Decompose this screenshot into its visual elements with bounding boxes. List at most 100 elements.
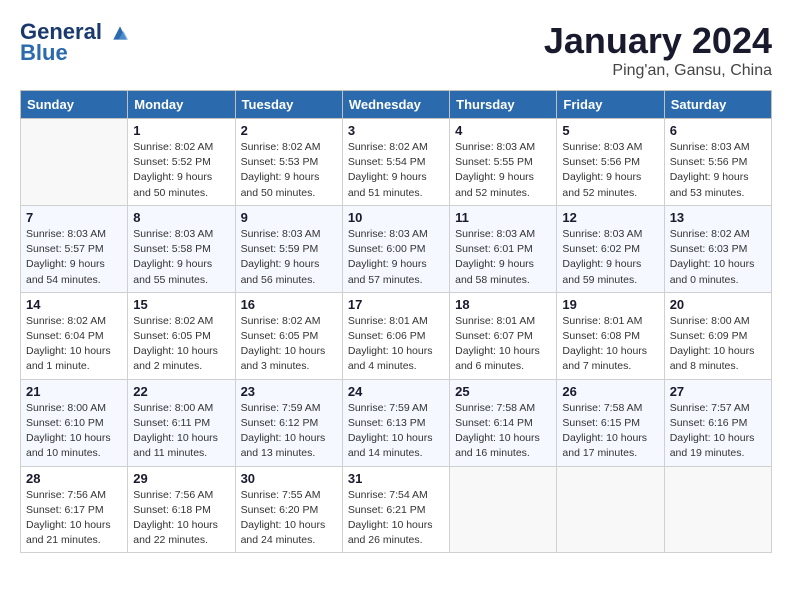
day-number: 1 — [133, 123, 229, 138]
calendar-cell: 20 Sunrise: 8:00 AMSunset: 6:09 PMDayligh… — [664, 292, 771, 379]
calendar-cell: 22 Sunrise: 8:00 AMSunset: 6:11 PMDayligh… — [128, 379, 235, 466]
day-info: Sunrise: 7:56 AMSunset: 6:18 PMDaylight:… — [133, 488, 229, 549]
location-subtitle: Ping'an, Gansu, China — [544, 62, 772, 80]
calendar-week-row: 1 Sunrise: 8:02 AMSunset: 5:52 PMDaylight… — [21, 119, 772, 206]
day-info: Sunrise: 7:56 AMSunset: 6:17 PMDaylight:… — [26, 488, 122, 549]
calendar-cell: 1 Sunrise: 8:02 AMSunset: 5:52 PMDaylight… — [128, 119, 235, 206]
day-number: 27 — [670, 384, 766, 399]
day-info: Sunrise: 8:00 AMSunset: 6:10 PMDaylight:… — [26, 401, 122, 462]
day-info: Sunrise: 8:03 AMSunset: 6:00 PMDaylight:… — [348, 227, 444, 288]
day-info: Sunrise: 8:03 AMSunset: 5:56 PMDaylight:… — [562, 140, 658, 201]
day-number: 6 — [670, 123, 766, 138]
day-info: Sunrise: 8:03 AMSunset: 5:56 PMDaylight:… — [670, 140, 766, 201]
day-number: 25 — [455, 384, 551, 399]
calendar-cell: 8Sunrise: 8:03 AMSunset: 5:58 PMDaylight… — [128, 205, 235, 292]
calendar-cell: 27 Sunrise: 7:57 AMSunset: 6:16 PMDayligh… — [664, 379, 771, 466]
day-info: Sunrise: 8:00 AMSunset: 6:11 PMDaylight:… — [133, 401, 229, 462]
day-number: 29 — [133, 471, 229, 486]
day-info: Sunrise: 8:00 AMSunset: 6:09 PMDaylight:… — [670, 314, 766, 375]
calendar-cell: 7 Sunrise: 8:03 AMSunset: 5:57 PMDaylight… — [21, 205, 128, 292]
title-block: January 2024 Ping'an, Gansu, China — [544, 20, 772, 80]
day-number: 20 — [670, 297, 766, 312]
calendar-cell: 14Sunrise: 8:02 AMSunset: 6:04 PMDayligh… — [21, 292, 128, 379]
day-info: Sunrise: 8:02 AMSunset: 6:05 PMDaylight:… — [133, 314, 229, 375]
day-number: 22 — [133, 384, 229, 399]
logo-blue-text: Blue — [20, 40, 68, 66]
day-info: Sunrise: 8:02 AMSunset: 5:54 PMDaylight:… — [348, 140, 444, 201]
calendar-table: SundayMondayTuesdayWednesdayThursdayFrid… — [20, 90, 772, 553]
day-number: 28 — [26, 471, 122, 486]
day-number: 17 — [348, 297, 444, 312]
day-info: Sunrise: 8:03 AMSunset: 5:57 PMDaylight:… — [26, 227, 122, 288]
calendar-cell — [557, 466, 664, 553]
calendar-cell: 17 Sunrise: 8:01 AMSunset: 6:06 PMDayligh… — [342, 292, 449, 379]
day-number: 19 — [562, 297, 658, 312]
calendar-week-row: 21 Sunrise: 8:00 AMSunset: 6:10 PMDayligh… — [21, 379, 772, 466]
month-title: January 2024 — [544, 20, 772, 62]
day-header-wednesday: Wednesday — [342, 91, 449, 119]
calendar-cell: 21 Sunrise: 8:00 AMSunset: 6:10 PMDayligh… — [21, 379, 128, 466]
calendar-cell: 10 Sunrise: 8:03 AMSunset: 6:00 PMDayligh… — [342, 205, 449, 292]
calendar-week-row: 7 Sunrise: 8:03 AMSunset: 5:57 PMDaylight… — [21, 205, 772, 292]
calendar-cell: 30 Sunrise: 7:55 AMSunset: 6:20 PMDayligh… — [235, 466, 342, 553]
day-info: Sunrise: 7:59 AMSunset: 6:12 PMDaylight:… — [241, 401, 337, 462]
day-info: Sunrise: 8:02 AMSunset: 6:03 PMDaylight:… — [670, 227, 766, 288]
day-number: 13 — [670, 210, 766, 225]
calendar-cell — [664, 466, 771, 553]
calendar-cell: 19Sunrise: 8:01 AMSunset: 6:08 PMDayligh… — [557, 292, 664, 379]
calendar-cell: 28 Sunrise: 7:56 AMSunset: 6:17 PMDayligh… — [21, 466, 128, 553]
calendar-cell: 9Sunrise: 8:03 AMSunset: 5:59 PMDaylight… — [235, 205, 342, 292]
calendar-cell: 25 Sunrise: 7:58 AMSunset: 6:14 PMDayligh… — [450, 379, 557, 466]
day-info: Sunrise: 8:01 AMSunset: 6:06 PMDaylight:… — [348, 314, 444, 375]
day-info: Sunrise: 7:58 AMSunset: 6:15 PMDaylight:… — [562, 401, 658, 462]
day-number: 21 — [26, 384, 122, 399]
day-number: 5 — [562, 123, 658, 138]
day-number: 10 — [348, 210, 444, 225]
day-info: Sunrise: 7:54 AMSunset: 6:21 PMDaylight:… — [348, 488, 444, 549]
day-info: Sunrise: 7:57 AMSunset: 6:16 PMDaylight:… — [670, 401, 766, 462]
day-info: Sunrise: 7:59 AMSunset: 6:13 PMDaylight:… — [348, 401, 444, 462]
day-header-tuesday: Tuesday — [235, 91, 342, 119]
day-info: Sunrise: 7:58 AMSunset: 6:14 PMDaylight:… — [455, 401, 551, 462]
calendar-cell: 18Sunrise: 8:01 AMSunset: 6:07 PMDayligh… — [450, 292, 557, 379]
calendar-cell: 31 Sunrise: 7:54 AMSunset: 6:21 PMDayligh… — [342, 466, 449, 553]
day-number: 11 — [455, 210, 551, 225]
calendar-cell: 4Sunrise: 8:03 AMSunset: 5:55 PMDaylight… — [450, 119, 557, 206]
day-number: 23 — [241, 384, 337, 399]
day-info: Sunrise: 8:03 AMSunset: 6:01 PMDaylight:… — [455, 227, 551, 288]
day-number: 30 — [241, 471, 337, 486]
calendar-cell: 15 Sunrise: 8:02 AMSunset: 6:05 PMDayligh… — [128, 292, 235, 379]
day-header-friday: Friday — [557, 91, 664, 119]
day-number: 12 — [562, 210, 658, 225]
day-info: Sunrise: 8:02 AMSunset: 6:05 PMDaylight:… — [241, 314, 337, 375]
day-number: 2 — [241, 123, 337, 138]
day-header-thursday: Thursday — [450, 91, 557, 119]
calendar-cell: 13 Sunrise: 8:02 AMSunset: 6:03 PMDayligh… — [664, 205, 771, 292]
day-number: 7 — [26, 210, 122, 225]
day-number: 24 — [348, 384, 444, 399]
day-info: Sunrise: 8:02 AMSunset: 5:52 PMDaylight:… — [133, 140, 229, 201]
calendar-cell: 23 Sunrise: 7:59 AMSunset: 6:12 PMDayligh… — [235, 379, 342, 466]
day-number: 15 — [133, 297, 229, 312]
day-number: 31 — [348, 471, 444, 486]
calendar-cell — [450, 466, 557, 553]
day-number: 26 — [562, 384, 658, 399]
day-header-monday: Monday — [128, 91, 235, 119]
calendar-cell: 2 Sunrise: 8:02 AMSunset: 5:53 PMDaylight… — [235, 119, 342, 206]
calendar-cell: 24 Sunrise: 7:59 AMSunset: 6:13 PMDayligh… — [342, 379, 449, 466]
calendar-header-row: SundayMondayTuesdayWednesdayThursdayFrid… — [21, 91, 772, 119]
day-info: Sunrise: 8:03 AMSunset: 5:58 PMDaylight:… — [133, 227, 229, 288]
calendar-cell: 11 Sunrise: 8:03 AMSunset: 6:01 PMDayligh… — [450, 205, 557, 292]
day-info: Sunrise: 8:03 AMSunset: 6:02 PMDaylight:… — [562, 227, 658, 288]
calendar-cell: 26 Sunrise: 7:58 AMSunset: 6:15 PMDayligh… — [557, 379, 664, 466]
logo: General Blue — [20, 20, 130, 66]
day-info: Sunrise: 8:02 AMSunset: 5:53 PMDaylight:… — [241, 140, 337, 201]
day-number: 3 — [348, 123, 444, 138]
page-header: General Blue January 2024 Ping'an, Gansu… — [20, 20, 772, 80]
day-number: 18 — [455, 297, 551, 312]
day-number: 9 — [241, 210, 337, 225]
calendar-week-row: 28 Sunrise: 7:56 AMSunset: 6:17 PMDayligh… — [21, 466, 772, 553]
day-info: Sunrise: 8:02 AMSunset: 6:04 PMDaylight:… — [26, 314, 122, 375]
day-info: Sunrise: 7:55 AMSunset: 6:20 PMDaylight:… — [241, 488, 337, 549]
calendar-cell: 5 Sunrise: 8:03 AMSunset: 5:56 PMDaylight… — [557, 119, 664, 206]
